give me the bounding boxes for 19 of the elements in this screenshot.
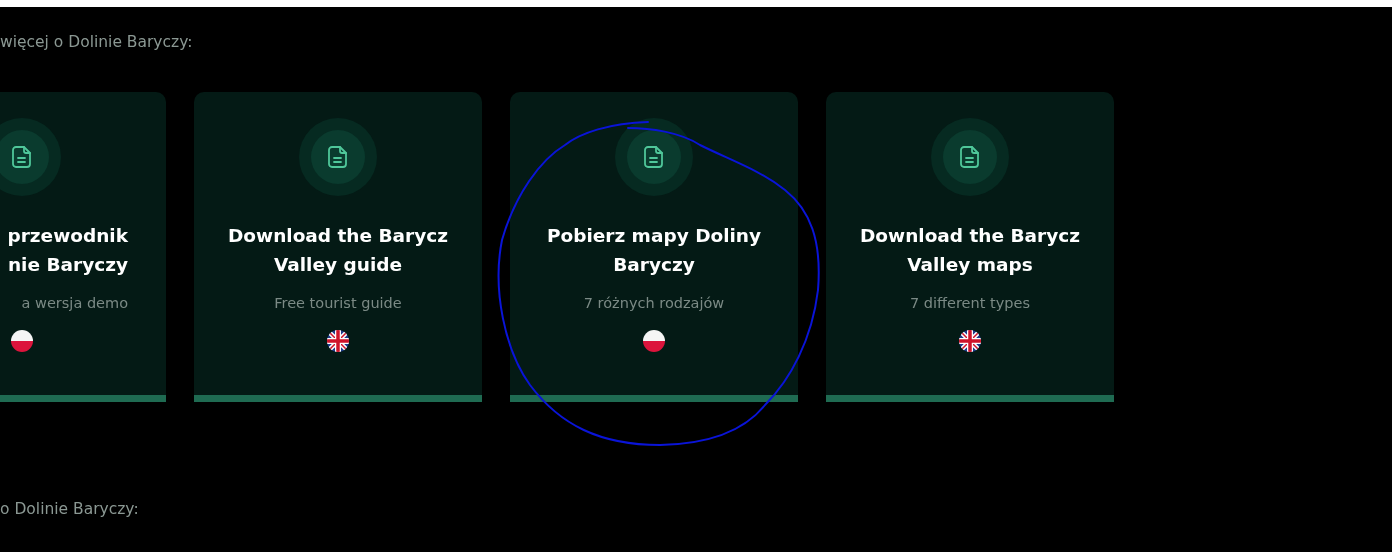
card-title: Download the Barycz Valley maps — [858, 224, 1082, 277]
download-card[interactable]: przewodnik nie Baryczy a wersja demo — [0, 92, 166, 402]
download-card[interactable]: Pobierz mapy Doliny Baryczy 7 różnych rodzajów — [510, 92, 798, 402]
card-subtitle: Free tourist guide — [274, 295, 402, 311]
document-icon — [0, 118, 61, 196]
card-title: przewodnik nie Baryczy — [6, 224, 129, 277]
card-subtitle: a wersja demo — [20, 295, 129, 311]
card-title: Download the Barycz Valley guide — [226, 224, 450, 277]
uk-flag-icon — [959, 330, 981, 352]
download-card[interactable]: Download the Barycz Valley maps 7 different types — [826, 92, 1114, 402]
card-subtitle: 7 różnych rodzajów — [583, 295, 725, 311]
section-heading: więcej o Dolinie Baryczy: — [0, 33, 194, 51]
section-heading: o Dolinie Baryczy: — [0, 500, 140, 518]
uk-flag-icon — [327, 330, 349, 352]
card-title: Pobierz mapy Doliny Baryczy — [545, 224, 763, 277]
card-subtitle: 7 different types — [910, 295, 1030, 311]
polish-flag-icon — [11, 330, 33, 352]
polish-flag-icon — [643, 330, 665, 352]
download-card[interactable]: Download the Barycz Valley guide Free tourist guide — [194, 92, 482, 402]
